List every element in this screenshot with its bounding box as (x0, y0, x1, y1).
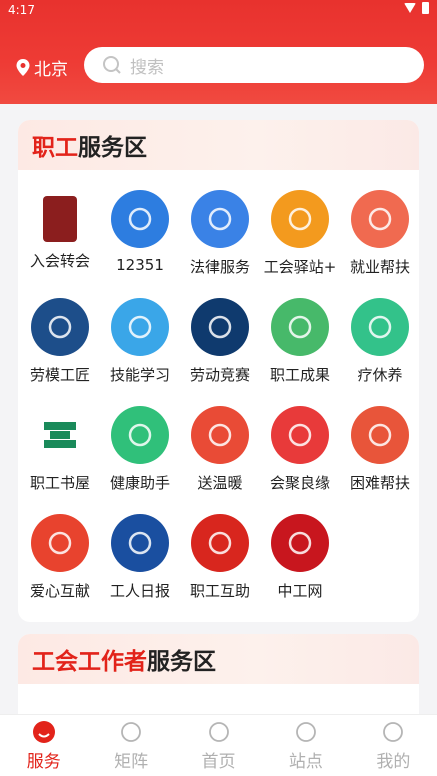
service-item[interactable]: 健康助手 (100, 406, 180, 493)
battery-icon (422, 2, 429, 14)
service-icon (32, 720, 56, 744)
tab-service[interactable]: 服务 (0, 715, 87, 776)
tab-building[interactable]: 矩阵 (87, 715, 174, 776)
service-item[interactable]: 劳模工匠 (20, 298, 100, 385)
app-header: 4:17 北京 搜索 (0, 0, 437, 104)
service-item[interactable]: 技能学习 (100, 298, 180, 385)
service-item-label: 职工互助 (189, 582, 250, 600)
service-item-label: 入会转会 (29, 252, 90, 270)
nurse-cap-icon (111, 406, 169, 464)
service-item-label: 健康助手 (109, 474, 170, 492)
service-item[interactable]: 就业帮扶 (340, 190, 419, 277)
city-selector[interactable]: 北京 (16, 55, 68, 80)
mutual-aid-emblem-icon (191, 514, 249, 572)
service-item[interactable]: 工会驿站+ (260, 190, 340, 277)
couple-heart-icon (271, 406, 329, 464)
model-worker-badge-icon (31, 298, 89, 356)
service-item-label: 疗休养 (357, 366, 403, 384)
location-pin-icon (16, 58, 30, 76)
tab-label: 站点 (288, 751, 323, 772)
service-item-label: 法律服务 (189, 258, 250, 276)
tab-label: 服务 (26, 751, 61, 772)
building-icon (119, 720, 143, 744)
search-icon (103, 56, 121, 74)
service-item[interactable]: 劳动竞赛 (180, 298, 260, 385)
helping-heart-icon (351, 406, 409, 464)
scales-icon (191, 190, 249, 248)
service-item-label: 职工书屋 (29, 474, 90, 492)
service-item-label: 工会驿站+ (263, 258, 337, 276)
bookstore-icon (31, 406, 89, 464)
workercn-logo-icon (271, 514, 329, 572)
service-item[interactable]: 12351 (100, 190, 180, 274)
workers-daily-icon (111, 514, 169, 572)
status-bar: 4:17 (0, 0, 437, 22)
service-item[interactable]: 困难帮扶 (340, 406, 419, 493)
service-item-label: 工人日报 (109, 582, 170, 600)
heart-hand-icon (191, 406, 249, 464)
service-item-label: 就业帮扶 (349, 258, 410, 276)
service-item-label: 职工成果 (269, 366, 330, 384)
hotline-12351-icon (111, 190, 169, 248)
service-item[interactable]: 职工互助 (180, 514, 260, 601)
service-item[interactable]: 会聚良缘 (260, 406, 340, 493)
location-icon (294, 720, 318, 744)
section-title: 职工 服务区 (18, 120, 419, 170)
search-input[interactable]: 搜索 (84, 47, 424, 83)
section-title: 工会工作者 服务区 (18, 634, 419, 684)
worker-helmet-icon (111, 298, 169, 356)
membership-book-icon (43, 196, 77, 242)
service-item[interactable]: 中工网 (260, 514, 340, 601)
tab-profile[interactable]: 我的 (350, 715, 437, 776)
service-item[interactable]: 疗休养 (340, 298, 419, 385)
search-placeholder: 搜索 (130, 57, 164, 78)
tab-home[interactable]: 首页 (175, 715, 262, 776)
job-resume-icon (351, 190, 409, 248)
growth-tree-icon (271, 298, 329, 356)
service-item-label: 困难帮扶 (349, 474, 410, 492)
tab-location[interactable]: 站点 (262, 715, 349, 776)
home-icon (207, 720, 231, 744)
service-item-label: 爱心互献 (29, 582, 90, 600)
service-item-label: 中工网 (277, 582, 323, 600)
service-item[interactable]: 送温暖 (180, 406, 260, 493)
wifi-icon (404, 3, 416, 13)
service-item-label: 技能学习 (109, 366, 170, 384)
service-item[interactable]: 入会转会 (20, 190, 100, 271)
city-label: 北京 (34, 60, 68, 80)
station-house-icon (271, 190, 329, 248)
profile-icon (381, 720, 405, 744)
service-item[interactable]: 职工成果 (260, 298, 340, 385)
service-item[interactable]: 工人日报 (100, 514, 180, 601)
palm-tree-icon (351, 298, 409, 356)
service-item-label: 会聚良缘 (269, 474, 330, 492)
competition-pattern-icon (191, 298, 249, 356)
service-item[interactable]: 法律服务 (180, 190, 260, 277)
status-time: 4:17 (8, 3, 35, 17)
service-item-label: 劳动竞赛 (189, 366, 250, 384)
tab-label: 矩阵 (114, 751, 149, 772)
service-item-label: 12351 (116, 256, 164, 274)
service-item[interactable]: 爱心互献 (20, 514, 100, 601)
service-item-label: 劳模工匠 (29, 366, 90, 384)
bottom-tab-bar: 服务 矩阵 首页 站点 我的 (0, 714, 437, 776)
tab-label: 首页 (201, 751, 236, 772)
worker-service-section: 职工 服务区 入会转会 12351 法律服务 工会驿站+ 就业帮扶劳模工匠 技能学习 劳动竞赛… (18, 120, 419, 622)
tab-label: 我的 (376, 751, 411, 772)
love-donate-icon (31, 514, 89, 572)
service-item[interactable]: 职工书屋 (20, 406, 100, 493)
service-item-label: 送温暖 (197, 474, 243, 492)
status-icons (404, 2, 429, 14)
